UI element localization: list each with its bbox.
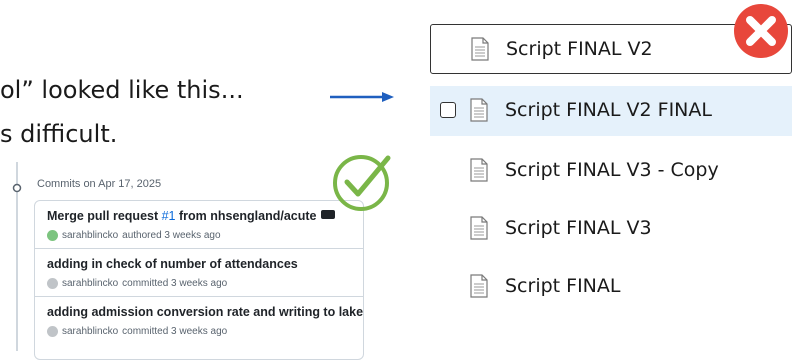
commit-author[interactable]: sarahblincko <box>62 278 118 289</box>
commit-title[interactable]: Merge pull request #1 from nhsengland/ac… <box>47 209 335 223</box>
commit-action: committed 3 weeks ago <box>122 326 228 337</box>
commit-meta: sarahblincko committed 3 weeks ago <box>47 278 227 289</box>
arrow-right-icon <box>330 92 394 102</box>
avatar[interactable] <box>47 278 58 289</box>
file-checkbox[interactable] <box>440 102 456 118</box>
file-item[interactable]: Script FINAL V3 - Copy <box>430 146 792 196</box>
file-name: Script FINAL <box>505 275 621 297</box>
commit-row[interactable]: adding in check of number of attendances… <box>35 249 363 297</box>
commit-author[interactable]: sarahblincko <box>62 230 118 241</box>
slide-text-line-2: s difficult. <box>0 120 118 148</box>
file-name: Script FINAL V3 <box>505 217 652 239</box>
pr-link[interactable]: #1 <box>162 209 176 223</box>
file-item[interactable]: Script FINAL <box>430 262 792 312</box>
file-name: Script FINAL V3 - Copy <box>505 159 719 181</box>
document-icon <box>471 37 489 61</box>
commits-date-heading: Commits on Apr 17, 2025 <box>37 178 162 190</box>
commit-action: committed 3 weeks ago <box>122 278 228 289</box>
commit-row[interactable]: adding admission conversion rate and wri… <box>35 297 363 361</box>
commit-author[interactable]: sarahblincko <box>62 326 118 337</box>
commit-action: authored 3 weeks ago <box>122 230 221 241</box>
commit-title[interactable]: adding admission conversion rate and wri… <box>47 305 363 319</box>
document-icon <box>470 158 488 182</box>
close-x-icon <box>734 4 788 58</box>
commit-row[interactable]: Merge pull request #1 from nhsengland/ac… <box>35 201 363 249</box>
avatar[interactable] <box>47 230 58 241</box>
avatar[interactable] <box>47 326 58 337</box>
checkmark-circle-icon <box>333 155 391 211</box>
file-name: Script FINAL V2 <box>506 38 653 60</box>
commit-meta: sarahblincko authored 3 weeks ago <box>47 230 221 241</box>
commit-meta: sarahblincko committed 3 weeks ago <box>47 326 227 337</box>
document-icon <box>470 274 488 298</box>
document-icon <box>470 216 488 240</box>
document-icon <box>470 98 488 122</box>
commit-node-icon <box>12 183 22 193</box>
github-commits-panel: Commits on Apr 17, 2025 Merge pull reque… <box>0 162 372 360</box>
slide-text-line-1: ol” looked like this... <box>0 76 244 104</box>
file-item[interactable]: Script FINAL V2 FINAL <box>430 86 792 136</box>
file-item[interactable]: Script FINAL V3 <box>430 204 792 254</box>
commit-list: Merge pull request #1 from nhsengland/ac… <box>34 200 364 360</box>
file-name: Script FINAL V2 FINAL <box>505 99 712 121</box>
commit-title[interactable]: adding in check of number of attendances <box>47 257 298 271</box>
